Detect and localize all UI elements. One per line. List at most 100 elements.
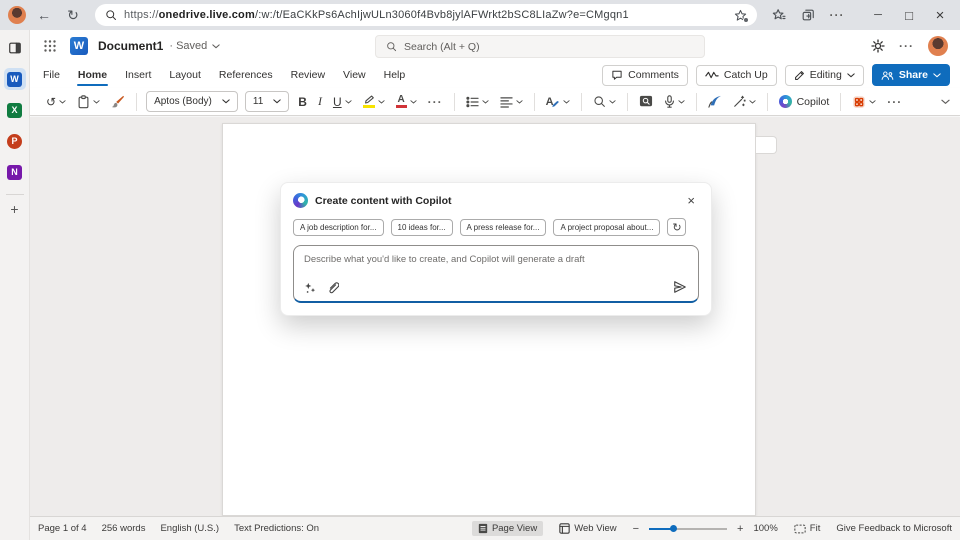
underline-button[interactable]: U	[331, 90, 354, 114]
sidebar-item-onenote[interactable]: N	[4, 161, 26, 183]
comments-button[interactable]: Comments	[602, 65, 688, 86]
titlebar-more-icon[interactable]: ···	[899, 39, 914, 53]
menu-references[interactable]: References	[210, 64, 282, 86]
menu-file[interactable]: File	[34, 64, 69, 86]
bold-button[interactable]: B	[296, 90, 309, 114]
menu-home[interactable]: Home	[69, 64, 116, 86]
settings-gear-icon[interactable]	[871, 39, 885, 53]
share-button[interactable]: Share	[872, 64, 950, 86]
bullets-button[interactable]	[464, 90, 491, 114]
font-color-button[interactable]: A	[394, 90, 419, 114]
favorites-icon[interactable]	[768, 4, 790, 26]
search-icon	[105, 9, 117, 21]
catch-up-icon	[705, 70, 719, 80]
chevron-down-icon	[93, 100, 100, 104]
editing-mode-button[interactable]: Editing	[785, 65, 864, 86]
add-favorite-icon[interactable]	[734, 9, 747, 22]
text-predictions-toggle[interactable]: Text Predictions: On	[234, 523, 319, 534]
ribbon-more-button[interactable]: ···	[885, 90, 904, 114]
chevron-down-icon	[410, 100, 417, 104]
excel-icon: X	[7, 103, 22, 118]
browser-profile-avatar[interactable]	[8, 6, 26, 24]
web-view-button[interactable]: Web View	[553, 521, 622, 536]
refresh-button[interactable]: ↻	[62, 4, 84, 26]
add-ins-button[interactable]	[850, 90, 878, 114]
attach-icon[interactable]	[327, 281, 339, 294]
word-app-icon[interactable]: W	[70, 37, 88, 55]
sidebar-toggle-icon[interactable]	[4, 37, 26, 59]
menu-review[interactable]: Review	[282, 64, 334, 86]
chevron-down-icon	[222, 99, 230, 104]
font-name-select[interactable]: Aptos (Body)	[146, 91, 238, 112]
feedback-link[interactable]: Give Feedback to Microsoft	[836, 523, 952, 534]
bullet-list-icon	[466, 96, 479, 108]
maximize-button[interactable]: □	[897, 3, 921, 27]
title-chevron-icon[interactable]	[212, 44, 220, 49]
align-button[interactable]	[498, 90, 525, 114]
url-bar[interactable]: https://onedrive.live.com/:w:/t/EaCKkPs6…	[95, 4, 757, 26]
zoom-level[interactable]: 100%	[753, 523, 777, 534]
format-painter-button[interactable]	[109, 90, 127, 114]
highlight-button[interactable]	[361, 90, 387, 114]
zoom-in-button[interactable]: +	[737, 523, 743, 535]
suggestion-chip[interactable]: A job description for...	[293, 219, 384, 236]
font-size-select[interactable]: 11	[245, 91, 289, 112]
zoom-slider[interactable]	[649, 524, 727, 534]
close-button[interactable]: ×	[928, 3, 952, 27]
menu-insert[interactable]: Insert	[116, 64, 160, 86]
zoom-slider-thumb[interactable]	[670, 525, 677, 532]
word-count[interactable]: 256 words	[102, 523, 146, 534]
back-button[interactable]: ←	[33, 4, 55, 26]
suggestion-chip[interactable]: A press release for...	[460, 219, 547, 236]
sidebar-item-excel[interactable]: X	[4, 99, 26, 121]
dialog-close-button[interactable]: ×	[683, 192, 699, 209]
search-icon	[386, 41, 397, 52]
language-indicator[interactable]: English (U.S.)	[160, 523, 219, 534]
refresh-suggestions-button[interactable]: ↻	[667, 218, 686, 236]
auto-format-button[interactable]	[731, 90, 758, 114]
italic-button[interactable]: I	[316, 90, 324, 114]
save-status: · Saved	[169, 40, 207, 52]
immersive-reader-button[interactable]	[637, 90, 655, 114]
ribbon-collapse-button[interactable]	[941, 99, 950, 105]
chevron-down-icon	[678, 100, 685, 104]
search-placeholder: Search (Alt + Q)	[404, 41, 480, 53]
find-button[interactable]	[591, 90, 618, 114]
zoom-out-button[interactable]: −	[633, 523, 639, 535]
document-title[interactable]: Document1	[98, 39, 163, 53]
menu-layout[interactable]: Layout	[160, 64, 210, 86]
dictate-button[interactable]	[662, 90, 687, 114]
suggestion-chip[interactable]: 10 ideas for...	[391, 219, 453, 236]
send-button[interactable]	[673, 280, 687, 294]
minimize-button[interactable]: ─	[866, 3, 890, 27]
page-indicator[interactable]: Page 1 of 4	[38, 523, 87, 534]
editor-button[interactable]	[706, 90, 724, 114]
browser-more-icon[interactable]: ···	[826, 4, 848, 26]
search-box[interactable]: Search (Alt + Q)	[375, 35, 705, 58]
menu-view[interactable]: View	[334, 64, 375, 86]
word-icon: W	[7, 72, 22, 87]
copilot-prompt-input[interactable]	[294, 246, 698, 280]
paste-button[interactable]	[75, 90, 102, 114]
collections-icon[interactable]	[797, 4, 819, 26]
page-view-button[interactable]: Page View	[472, 521, 543, 536]
sidebar-item-word[interactable]: W	[4, 68, 26, 90]
prompt-ideas-icon[interactable]	[304, 282, 316, 294]
ribbon-toolbar: ↺ Aptos (Body) 11 B I U A ···	[30, 88, 960, 116]
sidebar-item-powerpoint[interactable]: P	[4, 130, 26, 152]
catch-up-button[interactable]: Catch Up	[696, 65, 777, 86]
comment-margin-tab[interactable]	[756, 136, 777, 154]
app-launcher-icon[interactable]	[44, 40, 56, 52]
fit-button[interactable]: Fit	[788, 521, 827, 536]
chevron-down-icon	[869, 100, 876, 104]
copilot-button[interactable]: Copilot	[777, 90, 832, 114]
menu-help[interactable]: Help	[375, 64, 415, 86]
undo-button[interactable]: ↺	[44, 90, 68, 114]
sidebar-add-button[interactable]: +	[10, 204, 18, 214]
more-font-options-button[interactable]: ···	[426, 90, 445, 114]
styles-button[interactable]: A	[544, 90, 572, 114]
url-text: https://onedrive.live.com/:w:/t/EaCKkPs6…	[124, 9, 629, 21]
suggestion-chip[interactable]: A project proposal about...	[553, 219, 660, 236]
chevron-down-icon	[59, 100, 66, 104]
account-avatar[interactable]	[928, 36, 948, 56]
